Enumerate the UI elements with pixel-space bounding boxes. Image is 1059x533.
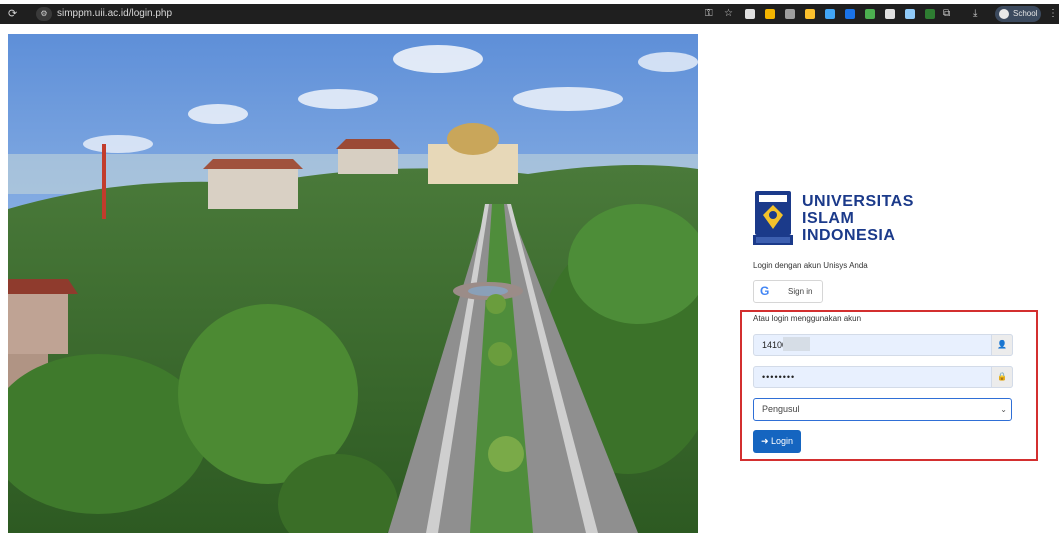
- extensions-puzzle-icon[interactable]: ⧉: [943, 8, 950, 20]
- extension-icon[interactable]: [745, 9, 755, 19]
- extension-icon[interactable]: [885, 9, 895, 19]
- extension-icon[interactable]: [765, 9, 775, 19]
- university-wordmark: UNIVERSITAS ISLAM INDONESIA: [802, 193, 914, 244]
- alt-login-label: Atau login menggunakan akun: [753, 314, 862, 323]
- extension-icon[interactable]: [865, 9, 875, 19]
- password-key-icon[interactable]: ⚿: [705, 8, 713, 20]
- download-icon[interactable]: ⤓: [973, 8, 977, 20]
- brand-line-indonesia: INDONESIA: [802, 227, 896, 244]
- password-field[interactable]: ••••••••: [753, 366, 1013, 388]
- lock-icon: 🔒: [991, 366, 1013, 388]
- chevron-down-icon: ⌄: [1000, 405, 1007, 414]
- extension-icon[interactable]: [825, 9, 835, 19]
- avatar: [999, 9, 1009, 19]
- address-bar[interactable]: ⟳ ⚙ simppm.uii.ac.id/login.php ⚿ ☆ ⧉ ⤓ S…: [0, 4, 1059, 24]
- bookmark-star-icon[interactable]: ☆: [724, 8, 733, 20]
- brand-line-universitas: UNIVERSITAS: [802, 193, 914, 210]
- extension-icon[interactable]: [925, 9, 935, 19]
- extension-icon[interactable]: [805, 9, 815, 19]
- extension-icon[interactable]: [785, 9, 795, 19]
- login-hint-text: Login dengan akun Unisys Anda: [753, 261, 868, 270]
- role-select-value: Pengusul: [762, 404, 800, 414]
- reload-icon[interactable]: ⟳: [8, 8, 17, 20]
- site-info-icon[interactable]: ⚙: [36, 7, 52, 21]
- login-arrow-icon: ➜: [760, 436, 769, 446]
- campus-aerial-photo: [8, 34, 698, 533]
- browser-chrome: ⟳ ⚙ simppm.uii.ac.id/login.php ⚿ ☆ ⧉ ⤓ S…: [0, 0, 1059, 34]
- user-icon: 👤: [991, 334, 1013, 356]
- redaction-overlay: [783, 337, 810, 351]
- profile-label: School: [1013, 9, 1038, 18]
- login-button-label: Login: [771, 436, 794, 446]
- google-icon: G: [760, 284, 770, 298]
- role-select[interactable]: Pengusul ⌄: [753, 398, 1012, 421]
- extension-icon[interactable]: [845, 9, 855, 19]
- profile-chip[interactable]: School: [995, 6, 1041, 22]
- url-text[interactable]: simppm.uii.ac.id/login.php: [57, 8, 172, 20]
- uii-logo: [753, 191, 793, 245]
- login-button[interactable]: ➜ Login: [753, 430, 801, 453]
- extension-icon[interactable]: [905, 9, 915, 19]
- menu-kebab-icon[interactable]: ⋮: [1048, 8, 1058, 20]
- google-signin-button[interactable]: G Sign in: [753, 280, 823, 303]
- brand-line-islam: ISLAM: [802, 210, 855, 227]
- google-signin-label: Sign in: [788, 287, 813, 296]
